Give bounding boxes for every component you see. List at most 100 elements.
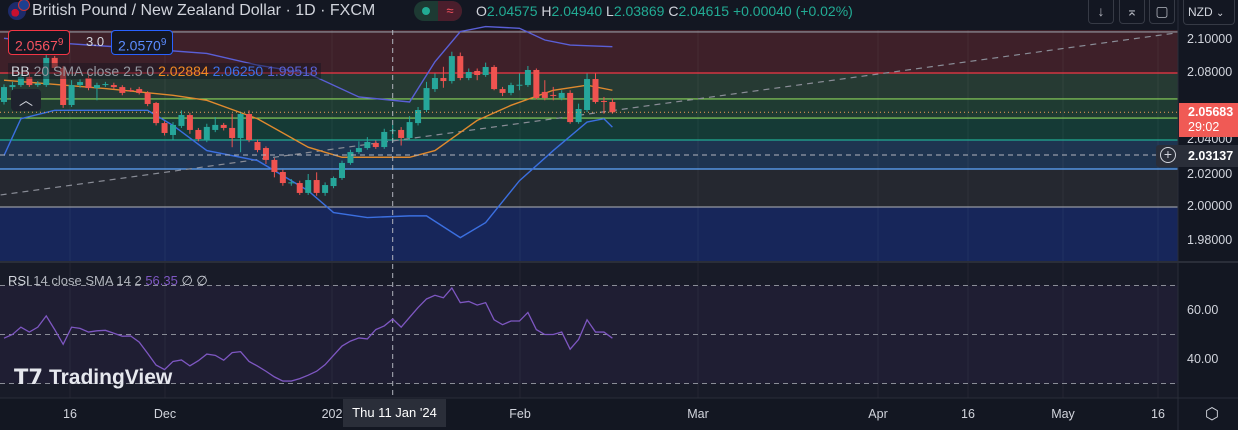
candle-body xyxy=(381,131,388,148)
candle-body xyxy=(322,185,329,193)
candle-body xyxy=(102,84,109,86)
time-tick: 16 xyxy=(1151,407,1165,421)
time-tick: 16 xyxy=(63,407,77,421)
price-tick: 2.10000 xyxy=(1187,32,1233,46)
candle-body xyxy=(423,88,430,111)
chevron-up-icon: ︿ xyxy=(19,92,33,108)
price-tick: 2.00000 xyxy=(1187,199,1233,213)
rsi-tick: 60.00 xyxy=(1187,303,1219,317)
collapse-icon[interactable]: ⌅ xyxy=(1119,0,1145,24)
currency-selector[interactable]: NZD ⌄ xyxy=(1183,0,1235,25)
candle-body xyxy=(34,83,41,86)
candle-body xyxy=(465,71,472,79)
candle-body xyxy=(330,178,337,187)
candle-body xyxy=(110,85,117,88)
candle-body xyxy=(262,148,269,160)
candle-body xyxy=(347,152,354,163)
market-open-icon xyxy=(414,1,438,21)
candle-body xyxy=(533,69,540,98)
candle-body xyxy=(448,56,455,82)
symbol-title[interactable]: British Pound / New Zealand Dollar · 1D … xyxy=(8,0,376,20)
candle-body xyxy=(339,162,345,179)
last-price-label: 2.05683 29:02 xyxy=(1179,103,1238,137)
ohlc-readout: O2.04575 H2.04940 L2.03869 C2.04615 +0.0… xyxy=(476,3,853,19)
rsi-label: RSI xyxy=(8,273,30,288)
candle-body xyxy=(220,124,227,128)
candle-body xyxy=(609,101,616,113)
low-value: 2.03869 xyxy=(613,3,665,19)
price-tick: 1.98000 xyxy=(1187,233,1233,247)
bb-label: BB xyxy=(11,63,30,79)
high-label: H xyxy=(541,3,552,19)
candle-body xyxy=(372,143,379,148)
candle-body xyxy=(558,92,565,98)
price-zone xyxy=(0,206,1178,262)
fullscreen-icon[interactable]: ▢ xyxy=(1149,0,1175,24)
candle-body xyxy=(9,85,16,88)
time-tick: Feb xyxy=(509,407,531,421)
candle-body xyxy=(85,78,92,89)
candle-body xyxy=(93,85,100,89)
candle-body xyxy=(516,84,523,86)
close-value: 2.04615 xyxy=(678,3,730,19)
replay-icon: ≈ xyxy=(438,1,462,21)
time-tick: Mar xyxy=(687,407,709,421)
candle-body xyxy=(491,66,498,90)
logo-text: TradingView xyxy=(48,365,173,389)
candle-body xyxy=(550,94,557,96)
candle-body xyxy=(508,85,514,93)
rsi-value: 56.35 xyxy=(145,273,178,288)
rsi-tick: 40.00 xyxy=(1187,352,1219,366)
candle-body xyxy=(440,78,447,82)
candle-body xyxy=(186,115,193,130)
candle-body xyxy=(355,148,362,153)
sell-button[interactable]: 2.05679 xyxy=(8,30,71,55)
candle-body xyxy=(296,183,303,193)
bar-countdown: 29:02 xyxy=(1188,120,1220,134)
time-tick: 16 xyxy=(961,407,975,421)
candle-body xyxy=(144,92,151,104)
candle-body xyxy=(161,123,168,133)
candle-body xyxy=(567,92,574,123)
sell-price: 2.0567 xyxy=(15,37,58,54)
bb-params: 20 SMA close 2.5 0 xyxy=(33,63,155,79)
price-zone xyxy=(0,168,1178,207)
candle-body xyxy=(153,102,160,124)
settings-gear-icon[interactable]: ⬡ xyxy=(1202,404,1222,424)
bb-legend[interactable]: BB 20 SMA close 2.5 0 2.02884 2.06250 1.… xyxy=(8,63,321,79)
bb-upper-value: 2.06250 xyxy=(212,63,264,79)
spread-value: 3.0 xyxy=(86,34,105,49)
candle-body xyxy=(271,159,278,172)
candle-body xyxy=(313,180,320,193)
candle-body xyxy=(474,70,481,76)
gbp-nzd-flag-icon xyxy=(8,0,30,20)
price-tick: 2.02000 xyxy=(1187,167,1233,181)
rsi-legend[interactable]: RSI 14 close SMA 14 2 56.35 ∅ ∅ xyxy=(8,273,208,289)
candle-body xyxy=(136,89,143,93)
plus-circle-icon: + xyxy=(1160,147,1176,163)
last-price: 2.05683 xyxy=(1188,105,1234,119)
close-label: C xyxy=(668,3,679,19)
candle-body xyxy=(170,124,176,135)
candle-body xyxy=(1,87,7,102)
currency-label: NZD xyxy=(1188,5,1213,19)
collapse-legend-button[interactable]: ︿ xyxy=(11,89,41,111)
market-status-pill[interactable]: ≈ xyxy=(414,1,462,21)
buy-price: 2.0570 xyxy=(118,37,161,54)
candle-body xyxy=(195,129,202,139)
candle-body xyxy=(229,127,236,138)
rsi-params: 14 close SMA 14 2 xyxy=(33,273,142,288)
buy-price-pip: 9 xyxy=(160,37,167,48)
candle-body xyxy=(541,91,548,98)
candle-body xyxy=(288,182,295,184)
buy-button[interactable]: 2.05709 xyxy=(111,30,174,55)
arrow-down-icon[interactable]: ↓ xyxy=(1088,0,1114,24)
candle-body xyxy=(406,122,413,138)
candle-body xyxy=(212,124,219,130)
candle-body xyxy=(237,114,244,138)
tradingview-mark-icon: 𝗧𝟳 xyxy=(14,366,43,389)
tradingview-logo[interactable]: 𝗧𝟳 TradingView xyxy=(14,365,172,390)
symbol-title-text: British Pound / New Zealand Dollar · 1D … xyxy=(32,2,376,19)
open-value: 2.04575 xyxy=(486,3,538,19)
sell-price-pip: 9 xyxy=(57,37,64,48)
